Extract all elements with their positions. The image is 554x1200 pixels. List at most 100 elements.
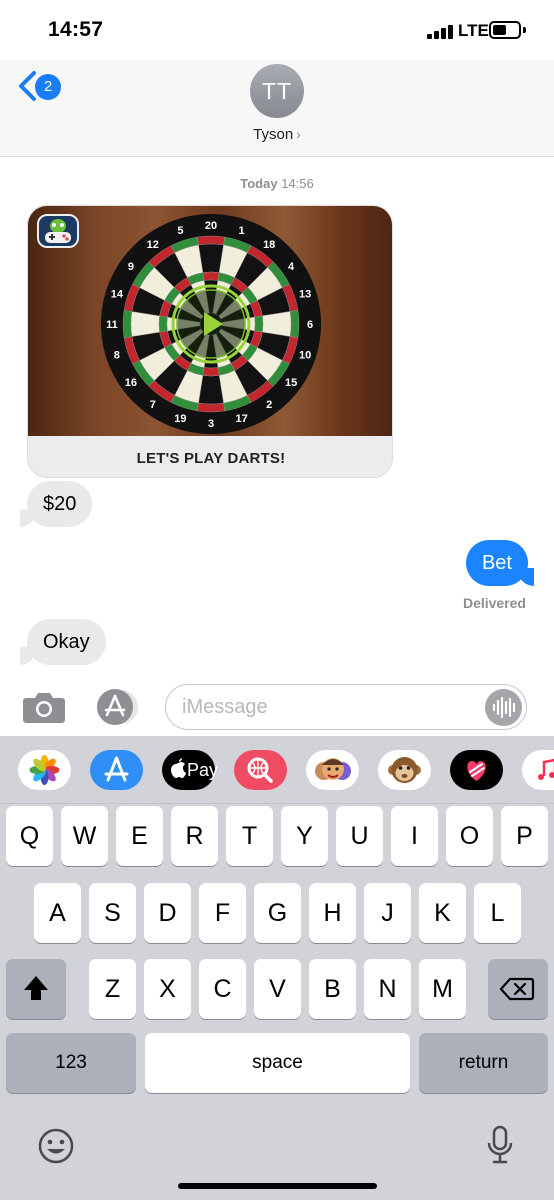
photos-icon[interactable] bbox=[18, 750, 71, 790]
key-a[interactable]: A bbox=[34, 883, 81, 943]
app-store-icon[interactable] bbox=[94, 687, 140, 727]
double-ring-segment bbox=[197, 402, 225, 413]
backspace-icon bbox=[499, 977, 535, 1001]
music-icon[interactable] bbox=[522, 750, 554, 790]
network-type: LTE bbox=[458, 21, 489, 40]
board-number: 19 bbox=[174, 413, 186, 425]
signal-strength-icon bbox=[427, 25, 453, 39]
key-e[interactable]: E bbox=[116, 806, 163, 866]
microphone-icon[interactable] bbox=[485, 1124, 515, 1166]
key-d[interactable]: D bbox=[144, 883, 191, 943]
message-input[interactable] bbox=[182, 693, 482, 721]
return-key[interactable]: return bbox=[419, 1033, 548, 1093]
image-search-icon[interactable] bbox=[234, 750, 287, 790]
key-t[interactable]: T bbox=[226, 806, 273, 866]
contact-avatar[interactable]: TT bbox=[250, 64, 304, 118]
incoming-message[interactable]: Okay bbox=[27, 619, 106, 665]
outgoing-message[interactable]: Bet bbox=[465, 540, 528, 586]
key-p[interactable]: P bbox=[501, 806, 548, 866]
board-number: 9 bbox=[128, 261, 134, 273]
status-time: 14:57 bbox=[48, 18, 104, 41]
key-j[interactable]: J bbox=[364, 883, 411, 943]
imessage-app-drawer: Pay bbox=[0, 736, 554, 804]
board-number: 16 bbox=[125, 377, 137, 389]
dartboard[interactable]: 20 1 18 4 13 6 10 15 2 17 3 19 7 16 8 11 14 9 12 5 bbox=[100, 213, 322, 435]
timestamp-day: Today bbox=[240, 176, 278, 191]
key-h[interactable]: H bbox=[309, 883, 356, 943]
board-number: 20 bbox=[205, 220, 217, 232]
board-number: 2 bbox=[266, 399, 272, 411]
delete-key[interactable] bbox=[488, 959, 548, 1019]
board-number: 14 bbox=[111, 288, 124, 300]
game-app-icon bbox=[37, 214, 79, 248]
board-number: 17 bbox=[235, 413, 247, 425]
board-number: 10 bbox=[299, 350, 311, 362]
double-ring-segment bbox=[197, 235, 225, 246]
memoji-stickers-icon[interactable] bbox=[306, 750, 359, 790]
key-x[interactable]: X bbox=[144, 959, 191, 1019]
audio-message-button[interactable] bbox=[485, 689, 522, 726]
board-number: 12 bbox=[147, 239, 159, 251]
shift-key[interactable] bbox=[6, 959, 66, 1019]
delivery-status: Delivered bbox=[462, 595, 526, 611]
keyboard-area: Pay Q W E R T Y U I O P A S D F G H J K … bbox=[0, 736, 554, 1200]
apple-pay-label: Pay bbox=[187, 760, 219, 780]
board-number: 7 bbox=[150, 399, 156, 411]
key-b[interactable]: B bbox=[309, 959, 356, 1019]
triple-ring-segment bbox=[202, 367, 220, 377]
key-f[interactable]: F bbox=[199, 883, 246, 943]
chevron-right-icon: › bbox=[296, 126, 301, 142]
game-card-caption: LET'S PLAY DARTS! bbox=[28, 436, 392, 477]
key-v[interactable]: V bbox=[254, 959, 301, 1019]
key-i[interactable]: I bbox=[391, 806, 438, 866]
apple-pay-icon[interactable]: Pay bbox=[162, 750, 219, 790]
key-y[interactable]: Y bbox=[281, 806, 328, 866]
space-key[interactable]: space bbox=[145, 1033, 410, 1093]
numbers-key[interactable]: 123 bbox=[6, 1033, 136, 1093]
status-bar: 14:57 LTE bbox=[0, 0, 554, 60]
key-w[interactable]: W bbox=[61, 806, 108, 866]
key-z[interactable]: Z bbox=[89, 959, 136, 1019]
key-c[interactable]: C bbox=[199, 959, 246, 1019]
contact-name[interactable]: Tyson bbox=[253, 126, 293, 143]
camera-icon[interactable] bbox=[22, 689, 66, 725]
board-number: 13 bbox=[299, 288, 311, 300]
battery-level bbox=[493, 25, 506, 35]
unread-count-badge[interactable]: 2 bbox=[35, 74, 61, 100]
key-n[interactable]: N bbox=[364, 959, 411, 1019]
key-s[interactable]: S bbox=[89, 883, 136, 943]
board-number: 3 bbox=[208, 418, 214, 430]
board-number: 8 bbox=[114, 350, 120, 362]
double-ring-segment bbox=[122, 310, 133, 338]
emoji-icon[interactable] bbox=[36, 1126, 76, 1166]
message-input-field[interactable] bbox=[165, 684, 527, 730]
board-number: 11 bbox=[106, 319, 118, 331]
triple-ring-segment bbox=[202, 271, 220, 281]
key-o[interactable]: O bbox=[446, 806, 493, 866]
board-number: 6 bbox=[307, 319, 313, 331]
board-number: 15 bbox=[285, 377, 297, 389]
key-m[interactable]: M bbox=[419, 959, 466, 1019]
board-number: 4 bbox=[288, 261, 295, 273]
board-number: 18 bbox=[263, 239, 275, 251]
key-k[interactable]: K bbox=[419, 883, 466, 943]
darts-game-card[interactable]: 20 1 18 4 13 6 10 15 2 17 3 19 7 16 8 11 14 9 12 5 LET'S PL… bbox=[27, 205, 393, 478]
message-timestamp: Today 14:56 bbox=[0, 176, 554, 191]
darts-game-image[interactable]: 20 1 18 4 13 6 10 15 2 17 3 19 7 16 8 11 14 9 12 5 bbox=[28, 206, 392, 436]
animoji-icon[interactable] bbox=[378, 750, 431, 790]
contact-name-button[interactable]: Tyson › bbox=[0, 126, 554, 143]
key-q[interactable]: Q bbox=[6, 806, 53, 866]
key-u[interactable]: U bbox=[336, 806, 383, 866]
home-indicator[interactable] bbox=[178, 1183, 377, 1189]
key-r[interactable]: R bbox=[171, 806, 218, 866]
digital-touch-icon[interactable] bbox=[450, 750, 503, 790]
key-g[interactable]: G bbox=[254, 883, 301, 943]
shift-arrow-icon bbox=[24, 976, 48, 1000]
timestamp-time: 14:56 bbox=[281, 176, 314, 191]
key-l[interactable]: L bbox=[474, 883, 521, 943]
board-number: 1 bbox=[239, 225, 245, 237]
double-ring-segment bbox=[289, 310, 300, 338]
board-number: 5 bbox=[177, 225, 183, 237]
incoming-message[interactable]: $20 bbox=[27, 481, 93, 527]
app-store-icon[interactable] bbox=[90, 750, 143, 790]
